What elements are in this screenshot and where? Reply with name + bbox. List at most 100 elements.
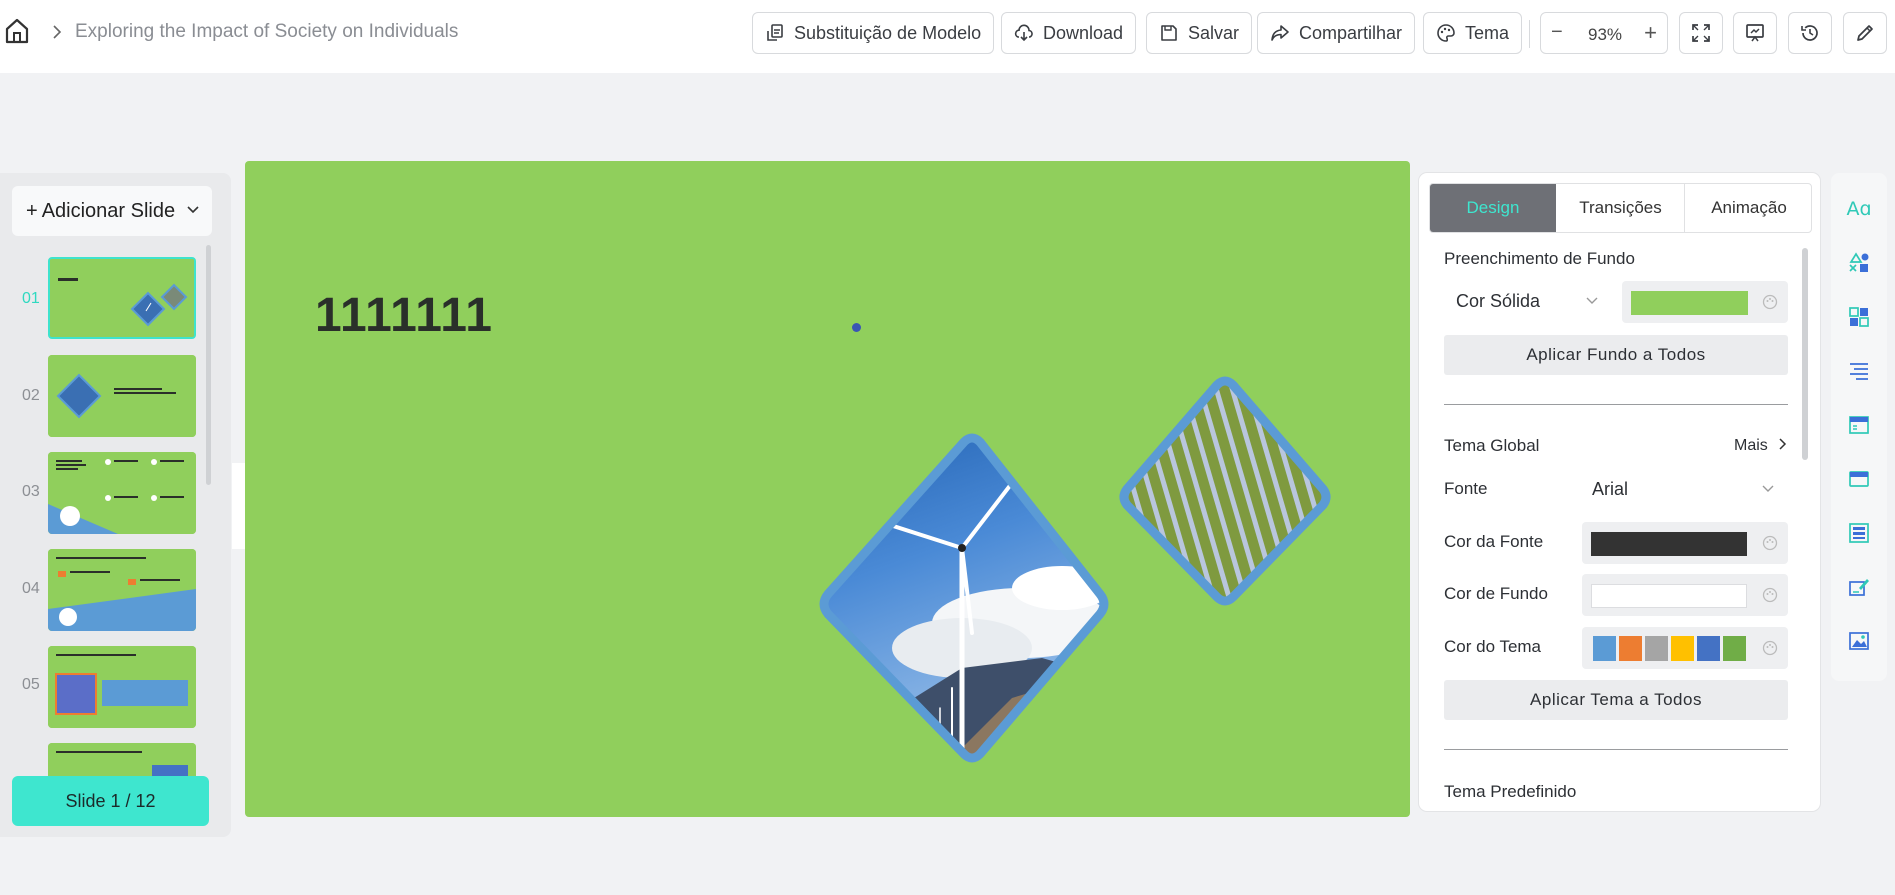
slide-number: 03 [22,483,40,500]
apply-background-all-button[interactable]: Aplicar Fundo a Todos [1444,335,1788,375]
solar-field-image[interactable] [1115,371,1335,611]
tab-design[interactable]: Design [1430,184,1556,232]
top-bar: Exploring the Impact of Society on Indiv… [0,0,1895,73]
align-icon[interactable] [1846,358,1872,384]
document-title[interactable]: Exploring the Impact of Society on Indiv… [75,21,458,43]
font-value: Arial [1592,479,1629,499]
layout-grid-icon[interactable] [1846,304,1872,330]
edit-button[interactable] [1843,12,1887,54]
background-color-swatch [1591,584,1747,608]
zoom-level: 93% [1587,25,1623,44]
global-theme-label: Tema Global [1444,436,1540,455]
thumbnail-scrollbar[interactable] [206,245,211,485]
palette-icon [1762,587,1778,603]
chevron-down-icon [1762,485,1774,492]
history-button[interactable] [1788,12,1832,54]
share-button[interactable]: Compartilhar [1257,12,1416,54]
background-fill-label: Preenchimento de Fundo [1444,249,1635,268]
image-icon[interactable] [1846,628,1872,654]
font-color-picker[interactable] [1582,522,1788,564]
wind-turbine-image[interactable] [812,418,1112,778]
slide-6-preview [48,743,196,776]
present-button[interactable] [1733,12,1777,54]
template-icon[interactable] [1846,412,1872,438]
slide-thumbnail-5[interactable] [48,646,196,728]
section-divider [1444,404,1788,405]
share-icon [1271,25,1289,41]
more-label: Mais [1734,437,1768,454]
theme-label: Tema [1465,22,1510,43]
slide-title[interactable]: 1111111 [315,288,493,343]
tool-strip: Aɑ [1831,173,1887,681]
slide-canvas[interactable]: 1111111 [245,161,1410,817]
theme-color-swatch[interactable] [1645,636,1668,661]
edit-chart-icon[interactable] [1846,574,1872,600]
plus-icon: + [26,199,38,222]
palette-icon [1762,294,1778,310]
background-color-picker[interactable] [1582,574,1788,616]
theme-color-swatch[interactable] [1593,636,1616,661]
slide-thumbnail-2[interactable] [48,355,196,437]
theme-color-picker[interactable] [1582,627,1788,669]
save-label: Salvar [1188,22,1240,43]
slide-number: 01 [22,290,40,307]
slide-3-preview [48,452,196,534]
selection-handle[interactable] [852,323,861,332]
text-style-icon[interactable]: Aɑ [1846,196,1872,222]
slide-counter: Slide 1 / 12 [12,776,209,826]
template-replace-button[interactable]: Substituição de Modelo [752,12,995,54]
fill-type-select[interactable]: Cor Sólida [1456,291,1598,312]
theme-color-swatch[interactable] [1723,636,1746,661]
table-icon[interactable] [1846,520,1872,546]
slide-thumbnail-1[interactable] [48,257,196,339]
slide-thumbnail-4[interactable] [48,549,196,631]
theme-color-swatch[interactable] [1619,636,1642,661]
zoom-out-button[interactable]: − [1551,21,1563,44]
theme-color-swatch[interactable] [1697,636,1720,661]
background-fill-color-picker[interactable] [1622,281,1788,323]
download-label: Download [1043,22,1124,43]
apply-theme-all-button[interactable]: Aplicar Tema a Todos [1444,680,1788,720]
add-slide-label: Adicionar Slide [41,199,176,222]
fullscreen-icon [1692,24,1710,42]
slide-4-preview [48,549,196,631]
slide-number: 04 [22,580,40,597]
theme-button[interactable]: Tema [1423,12,1523,54]
theme-color-swatch[interactable] [1671,636,1694,661]
slide-5-preview [48,646,196,728]
cloud-download-icon [1014,24,1033,42]
more-link[interactable]: Mais [1734,437,1788,455]
pencil-icon [1857,25,1873,41]
tab-transitions[interactable]: Transições [1557,184,1685,232]
history-icon [1801,25,1818,41]
chevron-right-icon [53,25,62,39]
zoom-in-button[interactable]: + [1644,20,1657,46]
tab-animation[interactable]: Animação [1686,184,1812,232]
palette-icon [1437,24,1455,42]
slide-thumbnail-6[interactable] [48,743,196,776]
theme-color-label: Cor do Tema [1444,637,1542,656]
panel-tabs: Design Transições Animação [1429,183,1812,233]
slide-number: 05 [22,676,40,693]
presentation-icon [1746,24,1764,42]
palette-icon [1762,535,1778,551]
solar-panel-row [1115,371,1121,611]
theme-color-palette [1593,636,1746,661]
add-slide-button[interactable]: + Adicionar Slide [12,186,212,236]
panel-scrollbar[interactable] [1802,248,1808,460]
shapes-icon[interactable] [1846,250,1872,276]
toolbar-divider [1529,20,1530,48]
slide-number: 02 [22,387,40,404]
slide-2-preview [48,355,196,437]
font-select[interactable]: Arial [1592,479,1782,500]
home-icon[interactable] [4,17,30,45]
fullscreen-button[interactable] [1679,12,1723,54]
save-button[interactable]: Salvar [1146,12,1253,54]
fill-type-value: Cor Sólida [1456,291,1541,311]
chevron-down-icon[interactable] [186,203,200,217]
download-button[interactable]: Download [1001,12,1137,54]
card-icon[interactable] [1846,466,1872,492]
slide-thumbnail-3[interactable] [48,452,196,534]
share-label: Compartilhar [1299,22,1403,43]
font-label: Fonte [1444,479,1488,498]
